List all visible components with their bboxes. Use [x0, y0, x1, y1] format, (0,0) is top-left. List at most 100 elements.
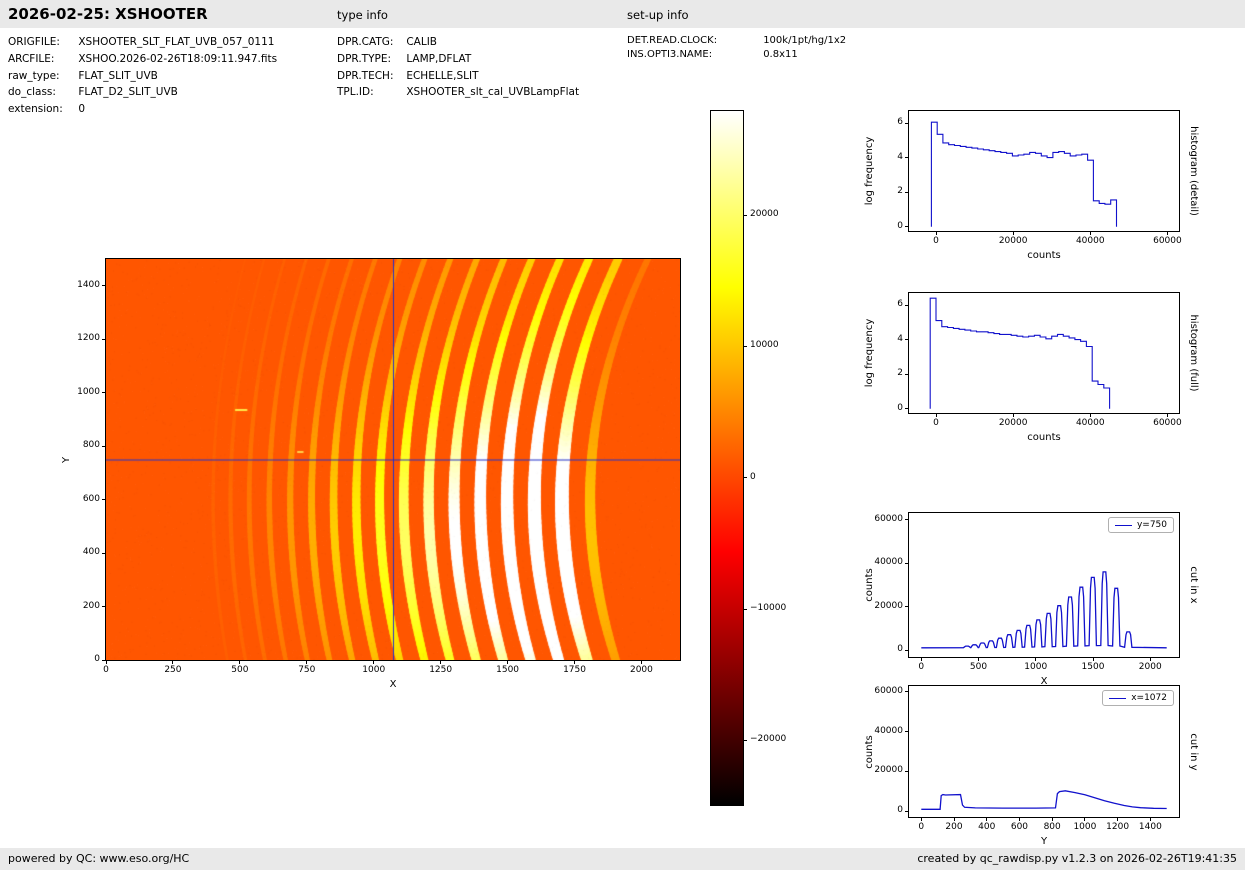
- x-tick: [1052, 817, 1053, 821]
- histogram-full-xlabel: counts: [909, 432, 1179, 443]
- y-tick: [102, 392, 106, 393]
- x-tick: [172, 660, 173, 664]
- series-line: [931, 122, 1116, 227]
- histogram-detail-axes: log frequency counts histogram (detail) …: [908, 110, 1180, 232]
- x-tick: [373, 660, 374, 664]
- colorbar-tick: [744, 215, 747, 216]
- info-label: raw_type:: [8, 68, 75, 85]
- x-tick-label: 2000: [1122, 662, 1178, 672]
- y-tick: [102, 446, 106, 447]
- info-label: extension:: [8, 101, 75, 118]
- type-info-column: DPR.CATG: CALIB DPR.TYPE: LAMP,DFLAT DPR…: [337, 34, 579, 101]
- colorbar-tick-label: −10000: [750, 603, 786, 613]
- y-tick-label: 60000: [855, 686, 903, 696]
- info-value: XSHOOTER_slt_cal_UVBLampFlat: [406, 86, 579, 98]
- x-tick: [1117, 817, 1118, 821]
- info-value: XSHOO.2026-02-26T18:09:11.947.fits: [78, 53, 277, 65]
- y-tick-label: 4: [855, 152, 903, 162]
- info-label: ORIGFILE:: [8, 34, 75, 51]
- colorbar-tick-label: 20000: [750, 209, 779, 219]
- x-tick-label: 250: [145, 665, 201, 675]
- info-row-dpr-type: DPR.TYPE: LAMP,DFLAT: [337, 51, 579, 68]
- colorbar-tick: [744, 346, 747, 347]
- info-row-origfile: ORIGFILE: XSHOOTER_SLT_FLAT_UVB_057_0111: [8, 34, 277, 51]
- setup-info-column: DET.READ.CLOCK: 100k/1pt/hg/1x2 INS.OPTI…: [627, 34, 846, 62]
- y-tick-label: 0: [52, 654, 100, 664]
- info-row-dpr-tech: DPR.TECH: ECHELLE,SLIT: [337, 68, 579, 85]
- x-tick-label: 0: [908, 236, 964, 246]
- info-value: 0.8x11: [763, 49, 798, 60]
- echelle-flat-image: [106, 259, 680, 660]
- histogram-full-side-label: histogram (full): [1188, 314, 1199, 391]
- y-tick-label: 20000: [855, 601, 903, 611]
- y-tick-label: 0: [855, 403, 903, 413]
- y-tick-label: 1000: [52, 387, 100, 397]
- footer-bar: powered by QC: www.eso.org/HC created by…: [0, 848, 1245, 870]
- y-tick-label: 60000: [855, 514, 903, 524]
- y-tick: [102, 499, 106, 500]
- info-label: DPR.TYPE:: [337, 51, 403, 68]
- y-tick-label: 400: [52, 547, 100, 557]
- x-tick: [1090, 231, 1091, 235]
- y-tick-label: 40000: [855, 557, 903, 567]
- y-tick-label: 800: [52, 440, 100, 450]
- y-tick-label: 0: [855, 805, 903, 815]
- x-tick-label: 60000: [1139, 236, 1195, 246]
- legend-line-sample: [1115, 525, 1132, 526]
- y-tick: [102, 606, 106, 607]
- x-tick: [936, 231, 937, 235]
- legend-label: x=1072: [1131, 693, 1167, 703]
- info-value: 0: [78, 103, 85, 115]
- histogram-full-axes: log frequency counts histogram (full) 02…: [908, 292, 1180, 414]
- page-title: 2026-02-25: XSHOOTER: [8, 5, 208, 23]
- x-tick: [1150, 657, 1151, 661]
- y-tick-label: 0: [855, 221, 903, 231]
- y-tick-label: 1400: [52, 280, 100, 290]
- cut-y-legend: x=1072: [1102, 690, 1174, 706]
- series-line: [930, 298, 1109, 409]
- setup-info-heading: set-up info: [627, 8, 689, 22]
- cut-x-ylabel: counts: [864, 568, 875, 601]
- x-tick: [306, 660, 307, 664]
- header-bar: 2026-02-25: XSHOOTER type info set-up in…: [0, 0, 1245, 28]
- info-row-read-clock: DET.READ.CLOCK: 100k/1pt/hg/1x2: [627, 34, 846, 48]
- x-tick: [440, 660, 441, 664]
- x-tick: [239, 660, 240, 664]
- y-tick: [102, 285, 106, 286]
- x-tick-label: 500: [951, 662, 1007, 672]
- colorbar-tick: [744, 477, 747, 478]
- info-label: DPR.TECH:: [337, 68, 403, 85]
- cut-x-legend: y=750: [1108, 517, 1174, 533]
- x-tick-label: 1000: [1008, 662, 1064, 672]
- x-tick: [1150, 817, 1151, 821]
- plot-canvas: [909, 513, 1179, 657]
- info-value: LAMP,DFLAT: [406, 53, 471, 65]
- x-tick: [1035, 657, 1036, 661]
- colorbar-tick: [744, 609, 747, 610]
- plot-canvas: [909, 111, 1179, 231]
- histogram-detail-side-label: histogram (detail): [1188, 126, 1199, 216]
- x-tick-label: 0: [78, 665, 134, 675]
- y-tick-label: 20000: [855, 765, 903, 775]
- info-value: FLAT_SLIT_UVB: [78, 70, 158, 82]
- x-tick-label: 1500: [480, 665, 536, 675]
- colorbar-tick-label: −20000: [750, 734, 786, 744]
- x-tick: [641, 660, 642, 664]
- type-info-heading: type info: [337, 8, 388, 22]
- x-tick-label: 40000: [1062, 236, 1118, 246]
- info-label: DPR.CATG:: [337, 34, 403, 51]
- info-row-do-class: do_class: FLAT_D2_SLIT_UVB: [8, 84, 277, 101]
- info-label: TPL.ID:: [337, 84, 403, 101]
- y-tick-label: 6: [855, 117, 903, 127]
- colorbar-tick: [744, 740, 747, 741]
- x-tick-label: 750: [279, 665, 335, 675]
- x-tick-label: 1750: [547, 665, 603, 675]
- colorbar-gradient: [710, 110, 744, 806]
- info-label: INS.OPTI3.NAME:: [627, 48, 760, 62]
- info-value: ECHELLE,SLIT: [406, 70, 478, 82]
- x-tick: [507, 660, 508, 664]
- x-tick-label: 40000: [1062, 418, 1118, 428]
- cut-y-xlabel: Y: [909, 836, 1179, 847]
- legend-line-sample: [1109, 698, 1126, 699]
- info-value: CALIB: [406, 36, 437, 48]
